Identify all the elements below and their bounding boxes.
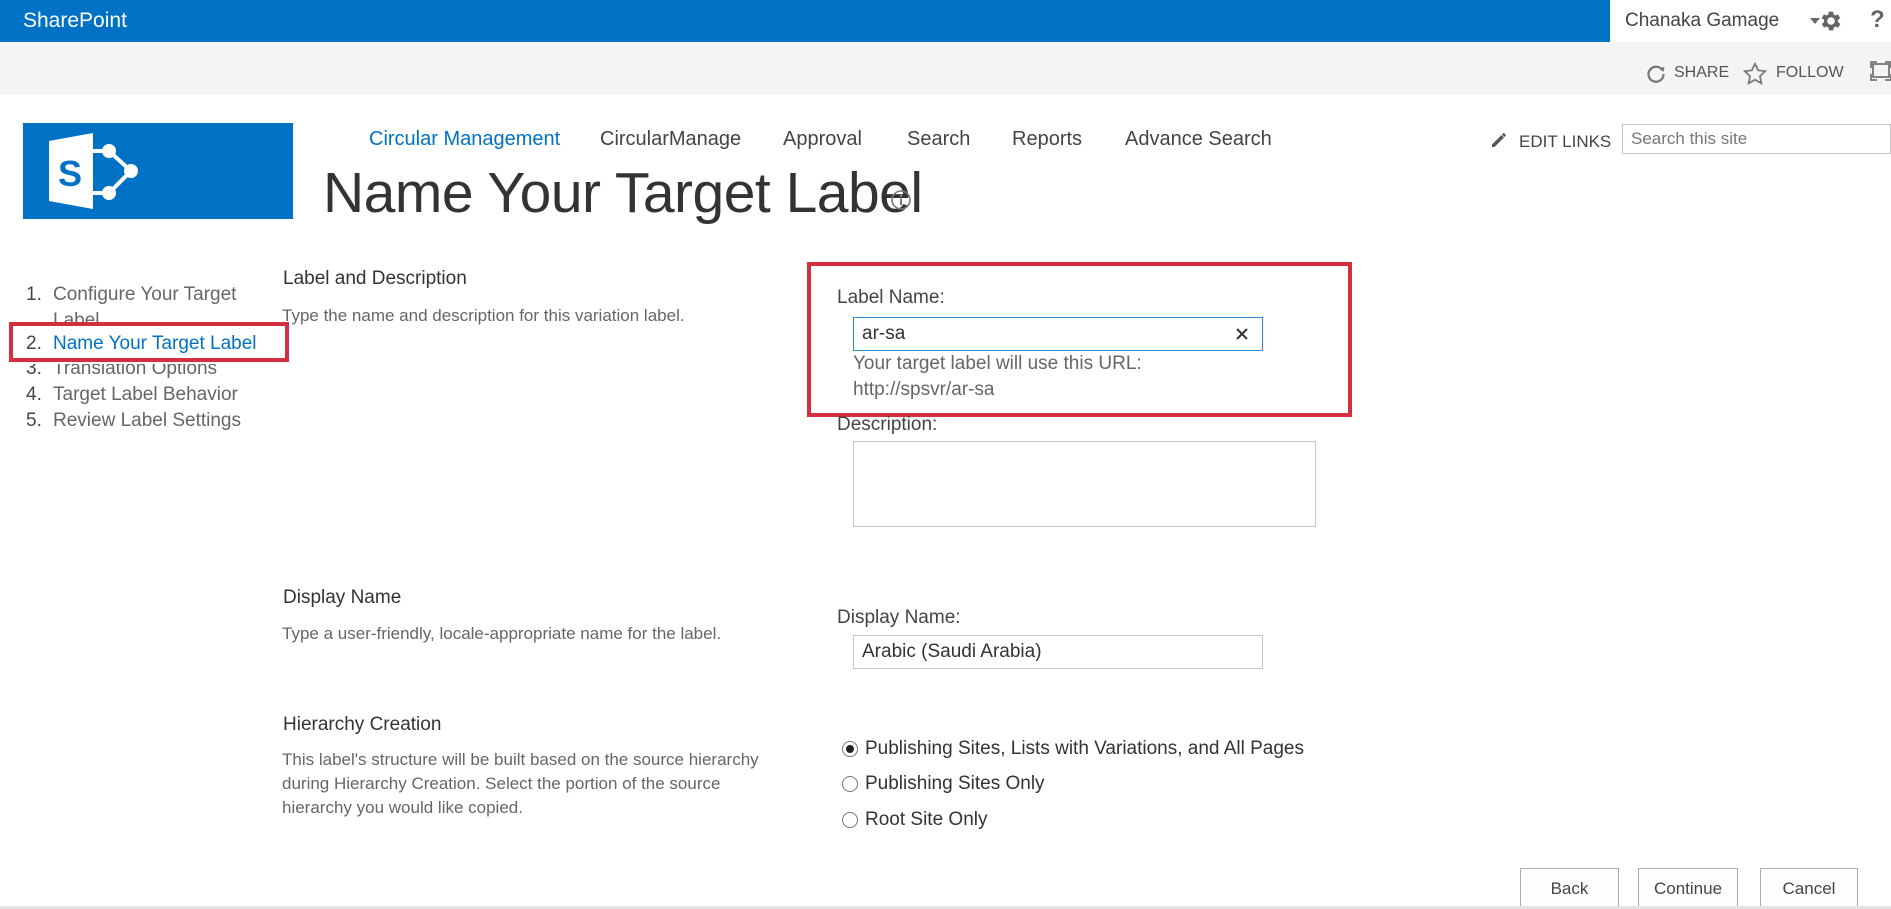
cancel-button[interactable]: Cancel xyxy=(1760,868,1858,909)
display-name-caption: Display Name: xyxy=(837,607,961,628)
section-desc-display-name: Type a user-friendly, locale-appropriate… xyxy=(282,624,722,643)
nav-item-circular-management[interactable]: Circular Management xyxy=(369,128,560,151)
nav-item-reports[interactable]: Reports xyxy=(1012,128,1082,151)
radio-option-root-site-only[interactable]: Root Site Only xyxy=(842,809,988,831)
info-icon[interactable] xyxy=(890,189,912,211)
step-configure-target-label[interactable]: 1. Configure Your Target Label xyxy=(26,282,256,331)
user-menu[interactable]: Chanaka Gamage xyxy=(1625,10,1779,32)
back-button[interactable]: Back xyxy=(1520,868,1619,909)
nav-item-advance-search[interactable]: Advance Search xyxy=(1125,128,1272,151)
section-title-display-name: Display Name xyxy=(283,587,402,608)
ribbon-bar xyxy=(0,42,1891,95)
step-number: 4. xyxy=(26,384,42,405)
step-review-label-settings[interactable]: 5. Review Label Settings xyxy=(26,410,241,432)
radio-option-all-pages[interactable]: Publishing Sites, Lists with Variations,… xyxy=(842,738,1304,760)
star-icon[interactable] xyxy=(1742,61,1768,87)
site-logo[interactable]: S xyxy=(23,123,293,219)
radio-button[interactable] xyxy=(842,812,858,828)
section-title-label-description: Label and Description xyxy=(283,268,467,289)
sharepoint-logo-icon: S xyxy=(49,133,138,209)
search-input[interactable] xyxy=(1622,124,1891,154)
svg-text:S: S xyxy=(58,153,82,194)
radio-label: Root Site Only xyxy=(865,809,988,830)
continue-button[interactable]: Continue xyxy=(1638,868,1738,909)
section-desc-label-description: Type the name and description for this v… xyxy=(282,306,685,325)
brand-link[interactable]: SharePoint xyxy=(23,9,127,33)
description-caption: Description: xyxy=(837,414,938,435)
description-textarea[interactable] xyxy=(853,441,1316,527)
edit-links-button[interactable]: EDIT LINKS xyxy=(1519,132,1611,152)
section-title-hierarchy-creation: Hierarchy Creation xyxy=(283,714,442,735)
display-name-input[interactable] xyxy=(853,635,1263,669)
step-label: Review Label Settings xyxy=(53,410,241,431)
radio-button[interactable] xyxy=(842,776,858,792)
question-mark-icon[interactable]: ? xyxy=(1870,6,1885,34)
nav-item-approval[interactable]: Approval xyxy=(783,128,862,151)
follow-button[interactable]: FOLLOW xyxy=(1776,64,1844,82)
nav-item-search[interactable]: Search xyxy=(907,128,970,151)
step-number: 5. xyxy=(26,410,42,431)
step-target-label-behavior[interactable]: 4. Target Label Behavior xyxy=(26,384,238,406)
section-desc-hierarchy-creation: This label's structure will be built bas… xyxy=(282,750,759,817)
radio-label: Publishing Sites Only xyxy=(865,773,1045,794)
step-highlight-box xyxy=(9,322,289,362)
step-number: 1. xyxy=(26,284,42,305)
pencil-icon[interactable] xyxy=(1490,131,1508,149)
suite-bar xyxy=(0,0,1610,42)
step-label: Target Label Behavior xyxy=(53,384,238,405)
gear-icon[interactable] xyxy=(1818,8,1844,34)
radio-option-publishing-sites-only[interactable]: Publishing Sites Only xyxy=(842,773,1045,795)
share-icon[interactable] xyxy=(1644,62,1668,86)
radio-button[interactable] xyxy=(842,741,858,757)
radio-label: Publishing Sites, Lists with Variations,… xyxy=(865,738,1304,759)
share-button[interactable]: SHARE xyxy=(1674,64,1729,82)
nav-item-circularmanage[interactable]: CircularManage xyxy=(600,128,741,151)
focus-on-content-icon[interactable] xyxy=(1870,60,1891,82)
page-title: Name Your Target Label xyxy=(323,161,923,225)
label-name-highlight-box xyxy=(807,262,1352,417)
